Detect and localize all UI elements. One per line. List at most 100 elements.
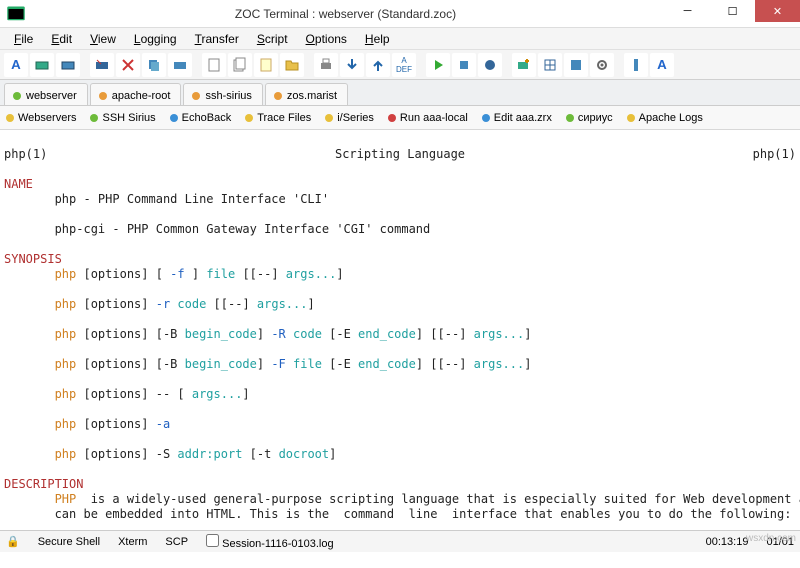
bm-ssh-sirius[interactable]: SSH Sirius <box>90 112 155 124</box>
t: ] [[--] <box>416 357 474 371</box>
dot-icon <box>388 114 396 122</box>
t: can be embedded into HTML. This is the c… <box>4 507 791 521</box>
t: docroot <box>279 447 330 461</box>
terminal-area[interactable]: php(1)Scripting Languagephp(1) NAME php … <box>0 130 800 530</box>
menu-edit[interactable]: Edit <box>43 30 80 48</box>
tb-add-icon[interactable] <box>512 53 536 77</box>
tab-dot-icon <box>13 92 21 100</box>
status-log-toggle[interactable]: Session-1116-0103.log <box>206 534 334 550</box>
tab-dot-icon <box>274 92 282 100</box>
menu-help[interactable]: Help <box>357 30 398 48</box>
t: ] <box>257 357 271 371</box>
bm-trace-files[interactable]: Trace Files <box>245 112 311 124</box>
folder-icon <box>325 114 333 122</box>
menu-script[interactable]: Script <box>249 30 296 48</box>
tab-label: webserver <box>26 90 77 102</box>
lock-icon: 🔒 <box>6 535 20 548</box>
tb-paste-icon[interactable] <box>168 53 192 77</box>
t: PHP <box>4 492 76 506</box>
app-icon <box>6 4 26 24</box>
tab-ssh-sirius[interactable]: ssh-sirius <box>183 83 262 105</box>
menu-view[interactable]: View <box>82 30 124 48</box>
bm-edit-aaa[interactable]: Edit aaa.zrx <box>482 112 552 124</box>
tb-record-icon[interactable] <box>478 53 502 77</box>
menu-transfer[interactable]: Transfer <box>187 30 247 48</box>
tb-disconnect-icon[interactable] <box>90 53 114 77</box>
status-term: Xterm <box>118 536 147 548</box>
tb-page-icon[interactable] <box>202 53 226 77</box>
log-filename: Session-1116-0103.log <box>222 538 334 550</box>
t: ] <box>185 267 207 281</box>
tb-up-icon[interactable] <box>366 53 390 77</box>
t: ] <box>307 297 314 311</box>
tb-tool2-icon[interactable]: A <box>650 53 674 77</box>
folder-icon <box>627 114 635 122</box>
log-checkbox[interactable] <box>206 534 219 547</box>
t: [options] [-B <box>76 327 184 341</box>
t: end_code <box>358 327 416 341</box>
section-description: DESCRIPTION <box>4 477 83 491</box>
t: [options] -- [ <box>76 387 192 401</box>
tb-connect-icon[interactable] <box>30 53 54 77</box>
tb-play-icon[interactable] <box>426 53 450 77</box>
close-button[interactable]: ✕ <box>755 0 800 22</box>
tabbar: webserver apache-root ssh-sirius zos.mar… <box>0 80 800 106</box>
tb-open-icon[interactable] <box>280 53 304 77</box>
tb-close-icon[interactable] <box>116 53 140 77</box>
bm-iseries[interactable]: i/Series <box>325 112 374 124</box>
t: args... <box>192 387 243 401</box>
menubar: File Edit View Logging Transfer Script O… <box>0 28 800 50</box>
status-proto: SCP <box>165 536 188 548</box>
t: ] [[--] <box>416 327 474 341</box>
maximize-button[interactable]: ☐ <box>710 0 755 22</box>
bm-webservers[interactable]: Webservers <box>6 112 76 124</box>
tb-copy-icon[interactable] <box>142 53 166 77</box>
bm-label: Edit aaa.zrx <box>494 112 552 124</box>
tb-font-icon[interactable]: A <box>4 53 28 77</box>
bm-label: Run aaa-local <box>400 112 468 124</box>
tb-def-icon[interactable]: ADEF <box>392 53 416 77</box>
tb-profile-icon[interactable] <box>56 53 80 77</box>
tab-label: zos.marist <box>287 90 337 102</box>
toolbar: A ADEF A <box>0 50 800 80</box>
bm-echoback[interactable]: EchoBack <box>170 112 232 124</box>
dot-icon <box>170 114 178 122</box>
menu-file[interactable]: File <box>6 30 41 48</box>
t: [-E <box>322 357 358 371</box>
titlebar: ZOC Terminal : webserver (Standard.zoc) … <box>0 0 800 28</box>
menu-logging[interactable]: Logging <box>126 30 185 48</box>
t: args... <box>474 327 525 341</box>
t: code <box>293 327 322 341</box>
minimize-button[interactable]: ─ <box>665 0 710 22</box>
man-header-left: php(1) <box>4 147 47 162</box>
tb-grid2-icon[interactable] <box>564 53 588 77</box>
t: -r <box>156 297 170 311</box>
t: [[--] <box>235 267 286 281</box>
t: code <box>177 297 206 311</box>
t: ] <box>336 267 343 281</box>
tab-label: ssh-sirius <box>205 90 251 102</box>
tab-zos-marist[interactable]: zos.marist <box>265 83 348 105</box>
tab-webserver[interactable]: webserver <box>4 83 88 105</box>
dot-icon <box>90 114 98 122</box>
tb-gear-icon[interactable] <box>590 53 614 77</box>
man-text: php - PHP Command Line Interface 'CLI' <box>4 192 329 206</box>
tb-stop-icon[interactable] <box>452 53 476 77</box>
bm-apache-logs[interactable]: Apache Logs <box>627 112 703 124</box>
tb-pages-icon[interactable] <box>228 53 252 77</box>
bm-sirius-cyr[interactable]: сириус <box>566 112 613 124</box>
tab-apache-root[interactable]: apache-root <box>90 83 182 105</box>
dot-icon <box>566 114 574 122</box>
tb-down-icon[interactable] <box>340 53 364 77</box>
t <box>286 327 293 341</box>
menu-options[interactable]: Options <box>298 30 355 48</box>
man-text: php-cgi - PHP Common Gateway Interface '… <box>4 222 430 236</box>
cmd: php <box>4 387 76 401</box>
tb-tool1-icon[interactable] <box>624 53 648 77</box>
bm-run-aaa[interactable]: Run aaa-local <box>388 112 468 124</box>
tb-print-icon[interactable] <box>314 53 338 77</box>
tab-dot-icon <box>99 92 107 100</box>
tb-grid1-icon[interactable] <box>538 53 562 77</box>
bm-label: i/Series <box>337 112 374 124</box>
tb-note-icon[interactable] <box>254 53 278 77</box>
